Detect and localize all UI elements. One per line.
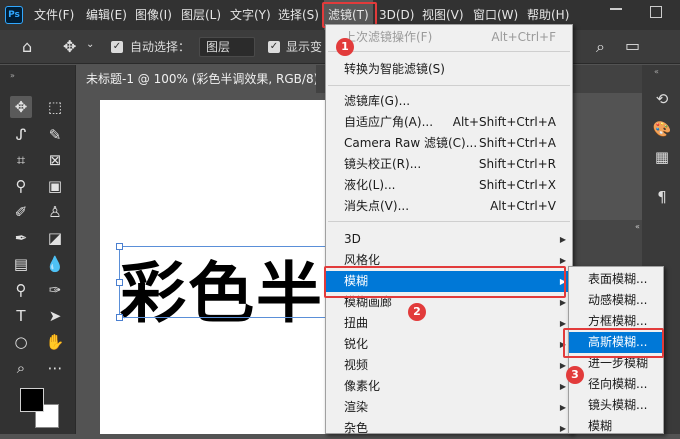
move-tool-icon[interactable]: ✥: [10, 96, 32, 118]
submenu-arrow-icon: ▶: [559, 235, 566, 244]
menu-image[interactable]: 图像(I): [135, 0, 172, 30]
minimize-icon[interactable]: [610, 8, 622, 10]
hand-tool-icon[interactable]: ✋: [44, 331, 66, 353]
transform-handle[interactable]: [116, 279, 123, 286]
step-badge-3: 3: [566, 366, 584, 384]
submenu-arrow-icon: ▶: [559, 361, 566, 370]
step-badge-2: 2: [408, 303, 426, 321]
zoom-tool-icon[interactable]: ⌕: [10, 357, 32, 379]
collapse-icon[interactable]: »: [10, 71, 15, 80]
eraser-tool-icon[interactable]: ◪: [44, 227, 66, 249]
menu-edit[interactable]: 编辑(E): [86, 0, 127, 30]
history-brush-tool-icon[interactable]: ✒: [10, 227, 32, 249]
transform-handle[interactable]: [116, 243, 123, 250]
color-panel-icon[interactable]: 🎨: [652, 119, 672, 139]
submenu-arrow-icon: ▶: [559, 382, 566, 391]
menu-item-filter-gallery[interactable]: 滤镜库(G)...: [326, 91, 572, 112]
menu-item-sharpen[interactable]: 锐化 ▶: [326, 334, 572, 355]
eyedropper-tool-icon[interactable]: ⚲: [10, 175, 32, 197]
step-badge-1: 1: [336, 38, 354, 56]
menu-item-last-filter[interactable]: 上次滤镜操作(F) Alt+Ctrl+F: [326, 27, 572, 48]
submenu-item-lens-blur[interactable]: 镜头模糊...: [569, 395, 663, 416]
menu-item-adaptive-wide-angle[interactable]: 自适应广角(A)... Alt+Shift+Ctrl+A: [326, 112, 572, 133]
gradient-tool-icon[interactable]: ▤: [10, 253, 32, 275]
tools-panel: » ✥ ⬚ ᔑ ✎ ⌗ ⊠ ⚲ ▣ ✐ ♙ ✒ ◪ ▤ 💧 ⚲ ✑ T ➤ ○ …: [0, 65, 76, 434]
move-tool-icon[interactable]: ✥: [63, 37, 76, 56]
stamp-tool-icon[interactable]: ♙: [44, 201, 66, 223]
transform-handle[interactable]: [116, 314, 123, 321]
foreground-color-swatch[interactable]: [20, 388, 44, 412]
lasso-tool-icon[interactable]: ᔑ: [10, 124, 32, 146]
submenu-item-surface-blur[interactable]: 表面模糊...: [569, 269, 663, 290]
marquee-tool-icon[interactable]: ⬚: [44, 96, 66, 118]
blur-item-annotation-box: [324, 266, 566, 298]
menu-item-pixelate[interactable]: 像素化 ▶: [326, 376, 572, 397]
blur-tool-icon[interactable]: 💧: [44, 253, 66, 275]
menu-file[interactable]: 文件(F): [34, 0, 74, 30]
paragraph-panel-icon[interactable]: ¶: [652, 187, 672, 207]
pen-tool-icon[interactable]: ✑: [44, 279, 66, 301]
quick-select-tool-icon[interactable]: ✎: [44, 124, 66, 146]
show-transform-checkbox[interactable]: ✓: [268, 41, 280, 53]
photoshop-logo-icon: Ps: [5, 6, 23, 24]
type-tool-icon[interactable]: T: [10, 305, 32, 327]
workspace-icon[interactable]: ▭: [625, 36, 640, 55]
menu-item-render[interactable]: 渲染 ▶: [326, 397, 572, 418]
maximize-icon[interactable]: [650, 6, 662, 18]
submenu-arrow-icon: ▶: [559, 424, 566, 433]
dodge-tool-icon[interactable]: ⚲: [10, 279, 32, 301]
gaussian-blur-annotation-box: [563, 328, 664, 358]
menu-type[interactable]: 文字(Y): [230, 0, 271, 30]
brush-tool-icon[interactable]: ✐: [10, 201, 32, 223]
ellipse-tool-icon[interactable]: ○: [10, 331, 32, 353]
filter-dropdown-menu: 上次滤镜操作(F) Alt+Ctrl+F 转换为智能滤镜(S) 滤镜库(G)...…: [325, 24, 573, 435]
crop-tool-icon[interactable]: ⌗: [10, 149, 32, 171]
menu-item-vanishing-point[interactable]: 消失点(V)... Alt+Ctrl+V: [326, 196, 572, 217]
expand-panels-icon[interactable]: «: [654, 67, 659, 76]
menu-item-convert-smart-filter[interactable]: 转换为智能滤镜(S): [326, 59, 572, 80]
auto-select-label: 自动选择：: [130, 40, 191, 54]
auto-select-dropdown[interactable]: 图层: [199, 37, 255, 57]
menu-item-liquify[interactable]: 液化(L)... Shift+Ctrl+X: [326, 175, 572, 196]
menu-layer[interactable]: 图层(L): [181, 0, 221, 30]
home-icon[interactable]: ⌂: [22, 37, 32, 56]
path-select-tool-icon[interactable]: ➤: [44, 305, 66, 327]
menu-item-3d[interactable]: 3D ▶: [326, 229, 572, 250]
history-panel-icon[interactable]: ⟲: [652, 89, 672, 109]
menu-select[interactable]: 选择(S): [278, 0, 319, 30]
more-tools-icon[interactable]: ⋯: [44, 357, 66, 379]
show-transform-label: 显示变: [286, 40, 323, 54]
menu-item-distort[interactable]: 扭曲 ▶: [326, 313, 572, 334]
spot-healing-tool-icon[interactable]: ▣: [44, 175, 66, 197]
auto-select-checkbox[interactable]: ✓: [111, 41, 123, 53]
search-icon[interactable]: ⌕: [596, 37, 605, 57]
chevron-down-icon[interactable]: ⌄: [86, 39, 94, 50]
submenu-item-motion-blur[interactable]: 动感模糊...: [569, 290, 663, 311]
collapse-panel-icon[interactable]: «: [635, 222, 640, 231]
submenu-arrow-icon: ▶: [559, 403, 566, 412]
frame-tool-icon[interactable]: ⊠: [44, 149, 66, 171]
swatches-panel-icon[interactable]: ▦: [652, 147, 672, 167]
document-tab[interactable]: 未标题-1 @ 100% (彩色半调效果, RGB/8) *: [76, 65, 316, 93]
menu-item-lens-correction[interactable]: 镜头校正(R)... Shift+Ctrl+R: [326, 154, 572, 175]
menu-item-camera-raw[interactable]: Camera Raw 滤镜(C)... Shift+Ctrl+A: [326, 133, 572, 154]
menu-item-noise[interactable]: 杂色 ▶: [326, 418, 572, 439]
menu-item-video[interactable]: 视频 ▶: [326, 355, 572, 376]
